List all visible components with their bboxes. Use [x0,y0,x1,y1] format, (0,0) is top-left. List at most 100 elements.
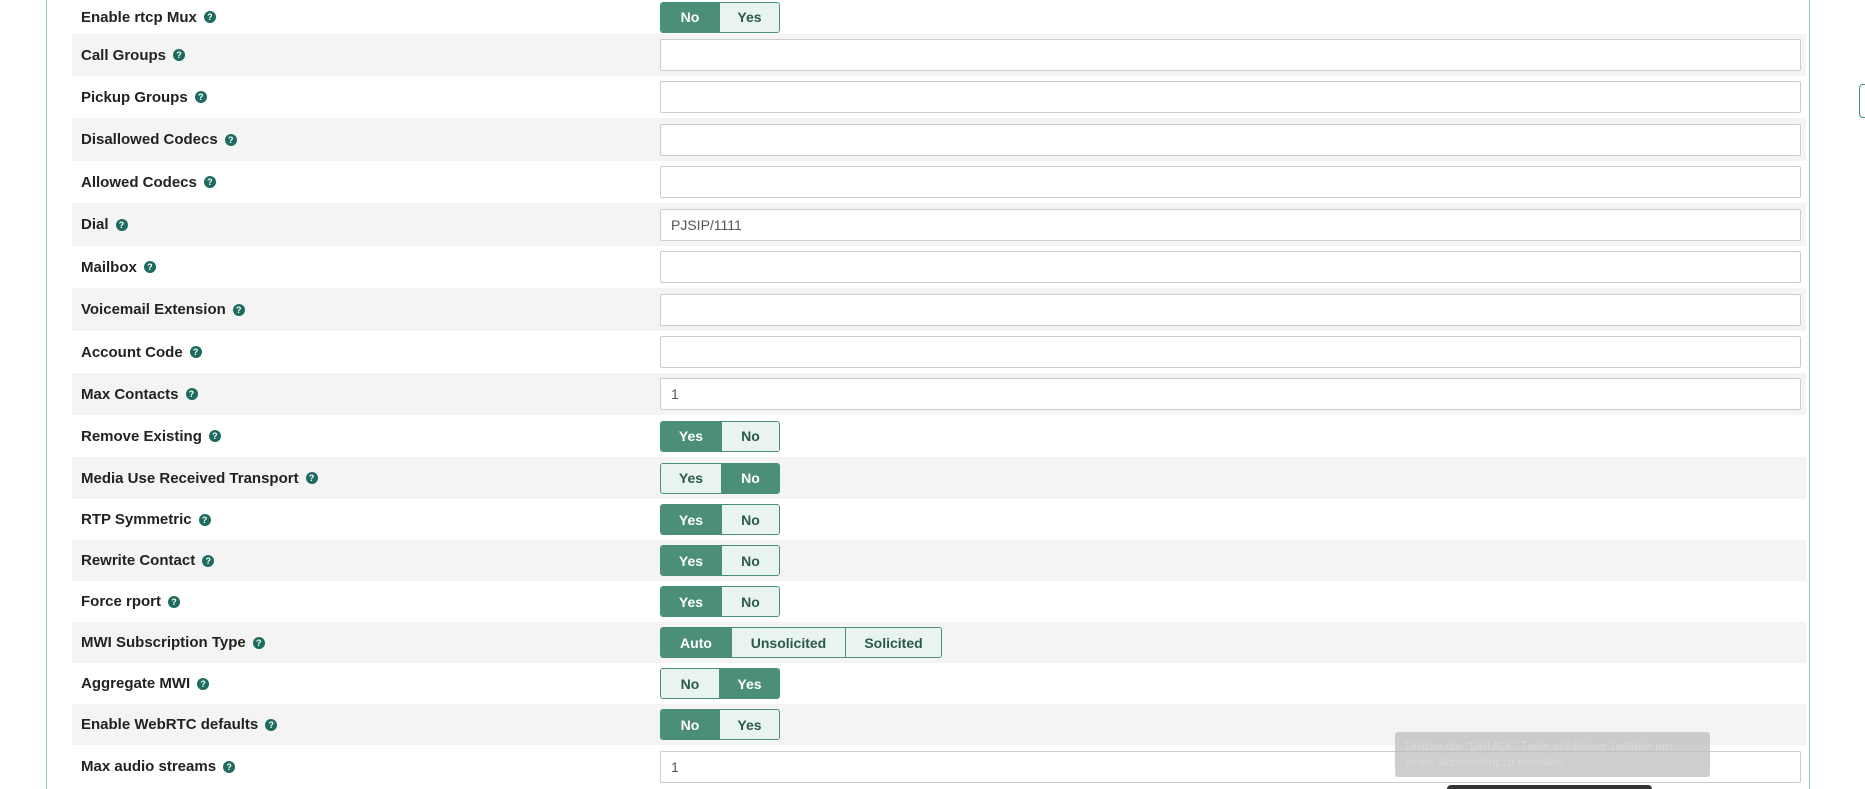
field-control: Yes No [660,420,1806,452]
force-rport-option-no-button[interactable]: No [721,587,779,616]
max-contacts-input[interactable] [660,378,1801,410]
field-control [660,123,1806,156]
force-rport-option-yes-button[interactable]: Yes [661,587,721,616]
field-label: Disallowed Codecs? [72,131,660,148]
allowed-codecs-input[interactable] [660,166,1801,198]
form-row-mailbox: Mailbox? [72,246,1806,288]
help-icon[interactable]: ? [143,261,156,273]
field-label-text: Remove Existing [81,427,202,445]
media-use-received-transport-option-yes-button[interactable]: Yes [661,463,721,493]
force-rport-toggle: Yes No [660,586,780,617]
help-icon[interactable]: ? [305,472,318,484]
dial-input[interactable] [660,208,1801,241]
form-row-media-use-received-transport: Media Use Received Transport? Yes No [72,457,1806,499]
field-control [660,208,1806,241]
field-control: Yes No [660,586,1806,617]
field-label: Enable rtcp Mux? [72,9,660,26]
field-label: Pickup Groups? [72,89,660,106]
help-icon[interactable]: ? [115,218,128,231]
field-control: No Yes [660,668,1806,699]
call-groups-input[interactable] [660,39,1801,71]
field-control [660,251,1806,283]
field-label-text: RTP Symmetric [81,511,192,528]
enable-rtcp-mux-option-no-button[interactable]: No [661,2,719,32]
pickup-groups-input[interactable] [660,81,1801,113]
help-icon[interactable]: ? [223,760,236,773]
media-use-received-transport-option-no-button[interactable]: No [721,463,779,493]
toast-text: Drücke die "DRUCK"-Taste auf deiner Tast… [1405,739,1673,769]
field-control [660,336,1806,368]
form-row-rewrite-contact: Rewrite Contact? Yes No [72,540,1806,581]
help-icon[interactable]: ? [203,176,216,188]
mwi-subscription-type-option-unsolicited-button[interactable]: Unsolicited [731,628,845,657]
side-tab-handle[interactable] [1859,84,1865,118]
enable-rtcp-mux-option-yes-button[interactable]: Yes [719,2,779,32]
aggregate-mwi-option-yes-button[interactable]: Yes [719,669,779,698]
field-label-text: Force rport [81,593,162,610]
help-icon[interactable]: ? [194,91,207,103]
field-label: Aggregate MWI? [72,675,660,692]
form-row-mwi-subscription-type: MWI Subscription Type? Auto Unsolicited Sol… [72,622,1806,663]
help-icon[interactable]: ? [202,554,215,567]
help-icon[interactable]: ? [232,303,245,316]
field-label: Enable WebRTC defaults? [72,716,660,733]
form-row-disallowed-codecs: Disallowed Codecs? [72,118,1806,161]
field-label: Call Groups? [72,47,660,64]
field-label: Max Contacts? [72,386,660,403]
form-row-voicemail-extension: Voicemail Extension? [72,288,1806,331]
field-label-text: Allowed Codecs [81,173,197,191]
help-icon[interactable]: ? [185,388,198,400]
field-label-text: Aggregate MWI [81,675,191,692]
form-row-pickup-groups: Pickup Groups? [72,76,1806,118]
rtp-symmetric-option-no-button[interactable]: No [721,505,779,534]
help-icon[interactable]: ? [198,513,211,526]
mwi-subscription-type-option-solicited-button[interactable]: Solicited [845,628,941,657]
voicemail-extension-input[interactable] [660,293,1801,326]
enable-webrtc-defaults-option-yes-button[interactable]: Yes [719,710,779,739]
help-icon[interactable]: ? [168,595,181,608]
field-label-text: Disallowed Codecs [81,131,218,148]
field-label-text: Dial [81,216,109,233]
form-row-remove-existing: Remove Existing? Yes No [72,415,1806,457]
rewrite-contact-toggle: Yes No [660,545,780,576]
account-code-input[interactable] [660,336,1801,368]
help-icon[interactable]: ? [203,11,216,23]
field-label: RTP Symmetric? [72,511,660,528]
field-label-text: Media Use Received Transport [81,469,299,487]
form-row-allowed-codecs: Allowed Codecs? [72,161,1806,203]
field-control [660,293,1806,326]
remove-existing-option-yes-button[interactable]: Yes [661,421,721,451]
help-icon[interactable]: ? [224,133,237,146]
help-icon[interactable]: ? [173,49,186,61]
disallowed-codecs-input[interactable] [660,123,1801,156]
form-row-force-rport: Force rport? Yes No [72,581,1806,622]
help-icon[interactable]: ? [208,430,221,442]
remove-existing-toggle: Yes No [660,420,780,452]
field-label: Max audio streams? [72,758,660,775]
form-row-enable-rtcp-mux: Enable rtcp Mux? No Yes [72,0,1806,34]
field-label: MWI Subscription Type? [72,634,660,651]
help-icon[interactable]: ? [197,677,210,690]
field-label: Remove Existing? [72,428,660,445]
mailbox-input[interactable] [660,251,1801,283]
rewrite-contact-option-no-button[interactable]: No [721,546,779,575]
mwi-subscription-type-option-auto-button[interactable]: Auto [661,628,731,657]
aggregate-mwi-option-no-button[interactable]: No [661,669,719,698]
field-label: Force rport? [72,593,660,610]
field-label-text: Account Code [81,343,183,361]
field-label-text: Enable rtcp Mux [81,8,197,26]
field-label-text: Mailbox [81,258,137,276]
help-icon[interactable]: ? [252,636,265,649]
rewrite-contact-option-yes-button[interactable]: Yes [661,546,721,575]
field-label: Voicemail Extension? [72,301,660,318]
help-icon[interactable]: ? [265,718,278,731]
field-label-text: Call Groups [81,46,167,64]
enable-webrtc-defaults-option-no-button[interactable]: No [661,710,719,739]
remove-existing-option-no-button[interactable]: No [721,421,779,451]
enable-rtcp-mux-toggle: No Yes [660,1,780,33]
field-label: Allowed Codecs? [72,174,660,191]
rtp-symmetric-option-yes-button[interactable]: Yes [661,505,721,534]
screenshot-hint-toast: Drücke die "DRUCK"-Taste auf deiner Tast… [1395,732,1710,777]
settings-form: Enable rtcp Mux? No Yes Call Groups? Pickup … [72,0,1806,788]
help-icon[interactable]: ? [189,346,202,358]
